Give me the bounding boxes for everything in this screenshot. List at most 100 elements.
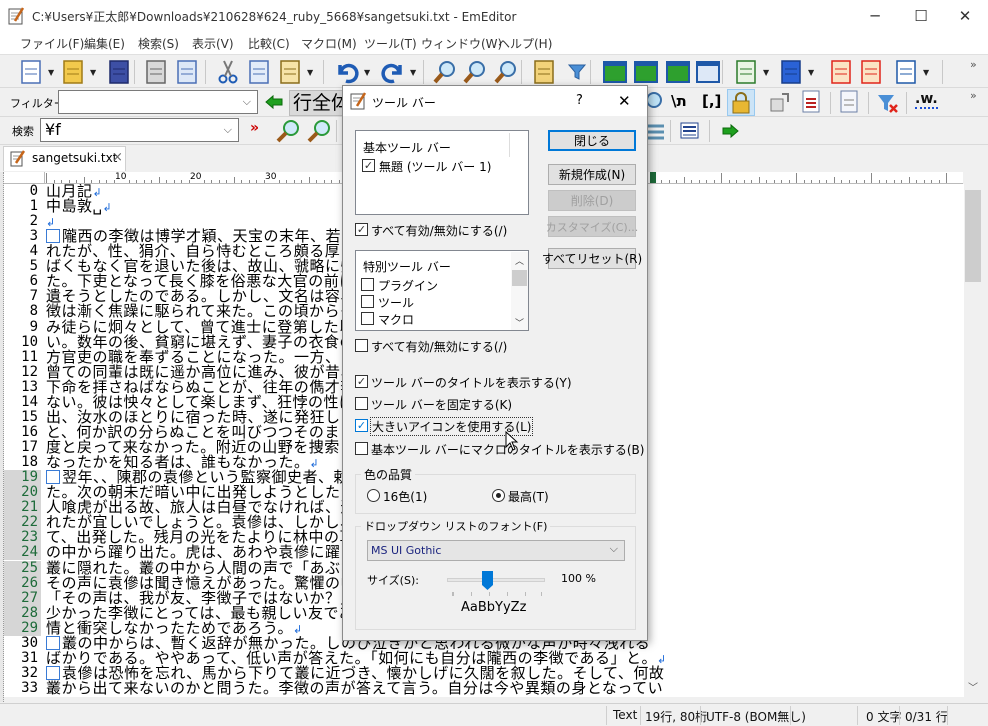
toolbar-overflow-chevron[interactable]: » (970, 58, 977, 71)
back-arrow-icon[interactable] (264, 94, 284, 110)
toolbar1-checkbox[interactable]: ✓ (362, 159, 375, 172)
lock-button[interactable] (727, 89, 755, 116)
special-all-checkbox[interactable] (355, 339, 368, 352)
tab-close-icon[interactable]: × (112, 150, 123, 165)
large-icons-checkbox[interactable]: ✓ (355, 419, 368, 432)
dialog-close-button[interactable]: ✕ (618, 92, 631, 110)
macro-checkbox[interactable] (361, 312, 374, 325)
basic-all-checkbox[interactable]: ✓ (355, 223, 368, 236)
dropdown-arrow-icon[interactable]: ▼ (90, 68, 98, 77)
find-combobox[interactable]: ¥f ⌵ (40, 118, 239, 142)
jump-icon[interactable] (602, 59, 628, 85)
menu-window[interactable]: ウィンドウ(W) (421, 35, 502, 52)
new-toolbar-button[interactable]: 新規作成(N) (548, 164, 636, 185)
plugin-checkbox[interactable] (361, 278, 374, 291)
reset-all-button[interactable]: すべてリセット(R) (542, 248, 642, 269)
new-file-icon[interactable] (18, 59, 44, 85)
dropdown-arrow-icon[interactable]: ▼ (48, 68, 56, 77)
size-slider-track[interactable] (447, 578, 545, 582)
macro-title-checkbox[interactable] (355, 442, 368, 455)
lock-toolbar-label: ツール バーを固定する(K) (371, 398, 513, 412)
whitespace-marks-icon[interactable]: .w. (915, 91, 938, 109)
dropdown-arrow-icon[interactable]: ▼ (763, 68, 771, 77)
filter-combobox[interactable]: ⌵ (58, 90, 258, 114)
tools-checkbox[interactable] (361, 295, 374, 308)
dropdown-arrow-icon[interactable]: ▼ (364, 68, 372, 77)
scroll-down-arrow[interactable]: ﹀ (968, 679, 978, 694)
show-title-checkbox[interactable]: ✓ (355, 375, 368, 388)
close-button[interactable]: ✕ (942, 0, 988, 31)
menu-search[interactable]: 検索(S) (138, 35, 179, 52)
replace-icon[interactable] (633, 59, 659, 85)
scrollbar-thumb[interactable] (965, 190, 981, 282)
paste-icon[interactable] (277, 59, 303, 85)
maximize-button[interactable]: ☐ (898, 0, 944, 31)
find-options-icon[interactable]: » (250, 120, 259, 136)
find-icon[interactable] (432, 59, 458, 85)
bookmark-icon[interactable] (828, 59, 854, 85)
line-number: 9 (4, 319, 41, 335)
radio-16-colors[interactable] (367, 489, 380, 502)
line-mode-dropdown[interactable]: 行全体 (289, 90, 349, 116)
find-previous-icon[interactable] (274, 118, 302, 144)
copy-icon[interactable] (246, 59, 272, 85)
forward-arrow-icon[interactable] (722, 123, 740, 139)
tab-sangetsuki[interactable]: sangetsuki.txt × (3, 146, 126, 171)
status-position[interactable]: 19行, 80桁 (645, 708, 707, 725)
menu-compare[interactable]: 比較(C) (248, 35, 290, 52)
newline-toggle-icon[interactable]: \ת (671, 92, 687, 110)
close-dialog-button[interactable]: 閉じる (548, 130, 636, 151)
validate-icon[interactable] (893, 59, 919, 85)
menu-help[interactable]: ヘルプ(H) (498, 35, 552, 52)
find-next-icon[interactable] (462, 59, 488, 85)
find-next-icon[interactable] (305, 118, 333, 144)
help-button[interactable]: ? (576, 93, 583, 108)
csv-toggle-icon[interactable]: [,] (702, 92, 721, 110)
filter-icon[interactable] (564, 59, 590, 85)
bookmarks-icon[interactable] (858, 59, 884, 85)
dropdown-arrow-icon[interactable]: ▼ (923, 68, 931, 77)
outline-icon[interactable] (733, 59, 759, 85)
text-file-icon (10, 150, 26, 167)
save-icon[interactable] (106, 59, 132, 85)
split-icon[interactable] (768, 91, 792, 113)
highlight-icon[interactable] (648, 121, 664, 141)
toolbars-dialog: ツール バー ? ✕ 基本ツール バー ✓ 無題 (ツール バー 1) ✓ すべ… (342, 85, 648, 641)
spell-check-icon[interactable] (778, 59, 804, 85)
editor-line[interactable]: 33 叢から出て来ないのかと問うた。李徴の声が答えて言う。自分は今や異類の身となっ… (4, 680, 964, 696)
open-file-icon[interactable] (60, 59, 86, 85)
redo-icon[interactable] (380, 59, 406, 85)
menu-tools[interactable]: ツール(T) (364, 35, 417, 52)
batch-find-icon[interactable] (680, 122, 700, 140)
menu-macro[interactable]: マクロ(M) (301, 35, 357, 52)
radio-best-quality[interactable] (492, 489, 505, 502)
find-previous-icon[interactable] (493, 59, 519, 85)
special-toolbar-list[interactable]: 特別ツール バー プラグイン ツール マクロ ︿ ﹀ (355, 250, 529, 331)
print-preview-icon[interactable] (174, 59, 200, 85)
minimize-button[interactable]: ─ (852, 0, 898, 31)
menu-file[interactable]: ファイル(F) (20, 35, 84, 52)
filter-overflow-chevron[interactable]: » (970, 89, 977, 102)
size-slider-thumb[interactable] (481, 571, 493, 591)
line-number: 25 (4, 560, 41, 576)
print-icon[interactable] (143, 59, 169, 85)
cut-icon[interactable] (215, 59, 241, 85)
lock-toolbar-checkbox[interactable] (355, 397, 368, 410)
menu-view[interactable]: 表示(V) (192, 35, 234, 52)
font-select[interactable]: MS UI Gothic ⌵ (367, 540, 625, 561)
list-scrollbar[interactable]: ︿ ﹀ (511, 252, 528, 330)
wrap-icon[interactable] (665, 59, 691, 85)
dropdown-arrow-icon[interactable]: ▼ (410, 68, 418, 77)
dropdown-arrow-icon[interactable]: ▼ (808, 68, 816, 77)
document-lines-icon[interactable] (800, 90, 822, 114)
vertical-scrollbar[interactable]: ︿ ﹀ (964, 184, 982, 697)
undo-icon[interactable] (334, 59, 360, 85)
blank-document-icon[interactable] (838, 90, 860, 114)
menu-edit[interactable]: 編集(E) (84, 35, 125, 52)
status-mode[interactable]: Text (613, 708, 637, 722)
dropdown-arrow-icon[interactable]: ▼ (307, 68, 315, 77)
find-in-files-icon[interactable] (531, 59, 557, 85)
clear-filter-icon[interactable] (876, 92, 900, 114)
refresh-icon[interactable] (695, 59, 721, 85)
basic-toolbar-list[interactable]: 基本ツール バー ✓ 無題 (ツール バー 1) (355, 130, 529, 215)
